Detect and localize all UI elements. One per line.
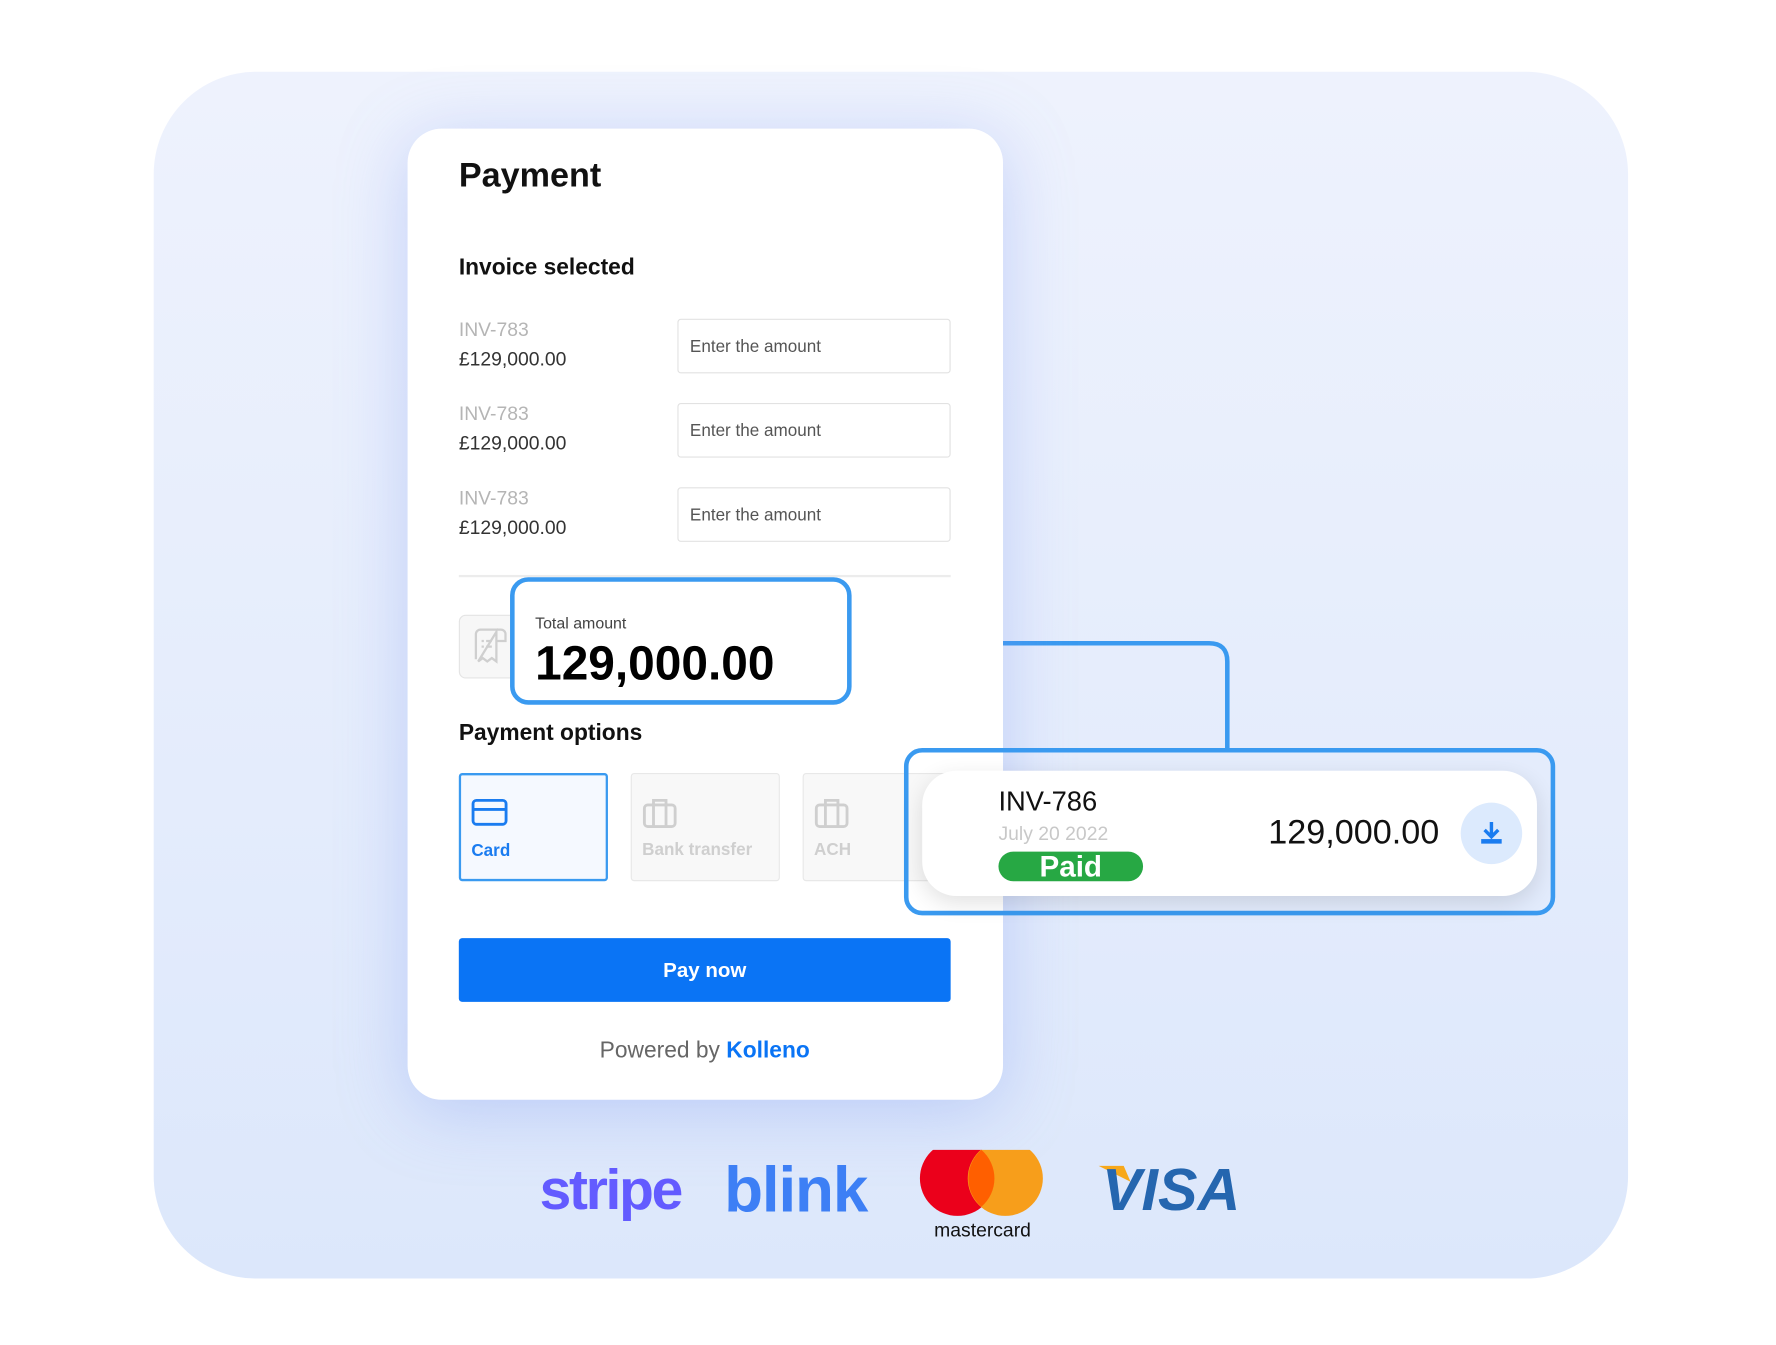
payment-options-title: Payment options	[458, 720, 643, 746]
powered-by: Powered by Kolleno	[459, 1038, 951, 1064]
svg-text:VISA: VISA	[1102, 1156, 1240, 1223]
download-button[interactable]	[1460, 802, 1523, 865]
briefcase-icon	[642, 798, 677, 828]
option-label: ACH	[814, 840, 852, 860]
credit-card-icon	[471, 798, 508, 826]
svg-text:mastercard: mastercard	[934, 1219, 1031, 1241]
option-bank-transfer[interactable]: Bank transfer	[630, 773, 780, 882]
mastercard-logo: mastercard	[919, 1149, 1043, 1241]
invoice-id: INV-783	[458, 403, 529, 425]
page-title: Payment	[458, 157, 602, 195]
stripe-logo: stripe	[540, 1158, 682, 1222]
invoice-section-title: Invoice selected	[458, 255, 635, 281]
invoice-id: INV-783	[458, 318, 529, 341]
amount-input[interactable]	[677, 487, 951, 542]
invoice-card: INV-786 July 20 2022 Paid 129,000.00	[922, 770, 1537, 896]
invoice-card-id: INV-786	[998, 786, 1098, 818]
total-amount-label: Total amount	[535, 613, 627, 632]
amount-input[interactable]	[677, 403, 951, 458]
total-amount-box: Total amount 129,000.00	[510, 577, 852, 705]
option-label: Bank transfer	[642, 840, 753, 860]
invoice-amount: £129,000.00	[458, 432, 567, 455]
blink-logo: blink	[724, 1153, 869, 1225]
download-icon	[1481, 821, 1502, 844]
status-badge: Paid	[998, 851, 1144, 882]
amount-input[interactable]	[677, 318, 951, 374]
option-label: Card	[471, 841, 511, 861]
option-card[interactable]: Card	[458, 773, 608, 882]
invoice-amount: £129,000.00	[458, 348, 567, 371]
kolleno-link[interactable]: Kolleno	[726, 1038, 810, 1063]
invoice-card-amount: 129,000.00	[1268, 814, 1440, 852]
payment-logos: stripe blink mastercard VISA	[540, 1149, 1240, 1241]
briefcase-icon	[814, 798, 849, 828]
invoice-id: INV-783	[458, 487, 529, 509]
invoice-card-date: July 20 2022	[998, 823, 1109, 845]
total-amount-value: 129,000.00	[535, 636, 775, 690]
invoice-amount: £129,000.00	[458, 516, 567, 539]
powered-by-label: Powered by	[599, 1038, 720, 1064]
visa-logo: VISA	[1098, 1156, 1240, 1223]
pay-now-button[interactable]: Pay now	[458, 938, 951, 1002]
